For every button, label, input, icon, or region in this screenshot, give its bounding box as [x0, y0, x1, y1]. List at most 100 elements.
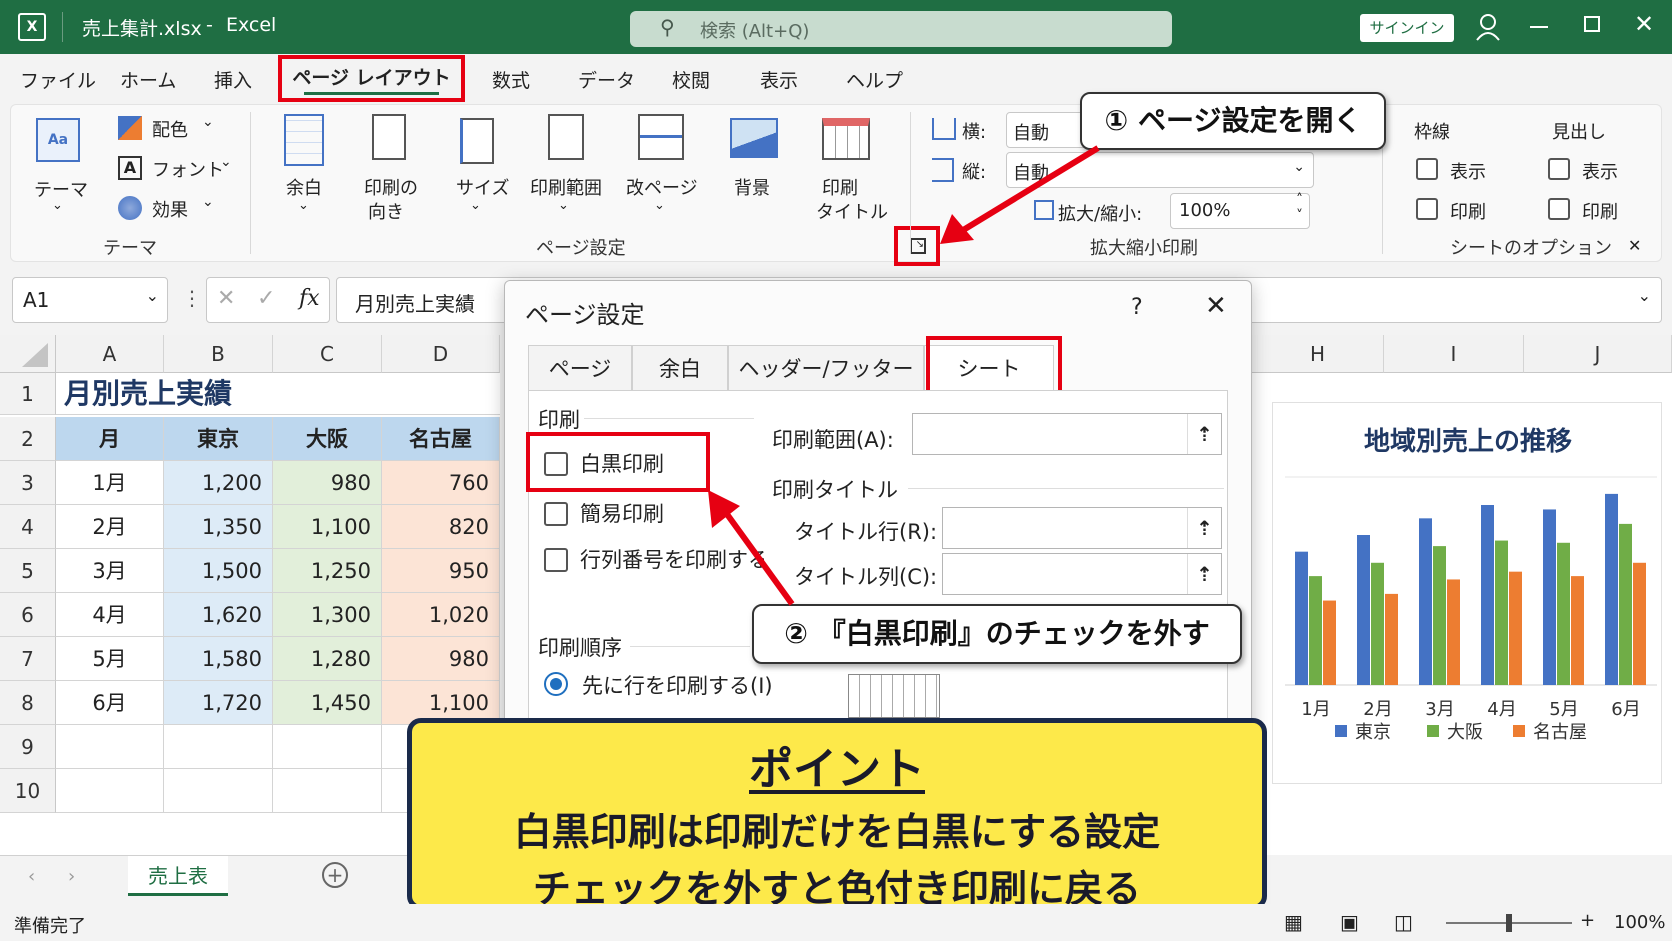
margins-button[interactable]: 余白: [286, 174, 322, 200]
black-white-checkbox[interactable]: [544, 452, 568, 476]
title-cols-input[interactable]: ⇡: [942, 553, 1222, 595]
add-sheet-icon[interactable]: +: [322, 862, 348, 888]
data-cell-month[interactable]: 5月: [56, 637, 164, 681]
row-col-headings-checkbox[interactable]: [544, 548, 568, 572]
column-header-a[interactable]: A: [56, 335, 164, 373]
tab-page[interactable]: ページ: [528, 345, 632, 391]
data-cell-osaka[interactable]: 1,250: [273, 549, 382, 593]
bar-名古屋-2月[interactable]: [1385, 593, 1398, 685]
tab-header-footer[interactable]: ヘッダー/フッター: [728, 345, 924, 391]
sheet-title-cell[interactable]: 月別売上実績: [56, 373, 500, 415]
menu-help[interactable]: ヘルプ: [846, 66, 903, 93]
gridlines-print-checkbox[interactable]: [1416, 198, 1438, 220]
row-header[interactable]: 1: [0, 373, 56, 415]
header-cell-tokyo[interactable]: 東京: [164, 417, 273, 461]
column-header-c[interactable]: C: [273, 335, 382, 373]
check-icon[interactable]: ✓: [257, 286, 275, 311]
column-header-i[interactable]: I: [1384, 335, 1524, 373]
print-area-button[interactable]: 印刷範囲: [530, 174, 602, 200]
headings-view-checkbox[interactable]: [1548, 158, 1570, 180]
row-header[interactable]: 2: [0, 417, 56, 461]
bar-東京-4月[interactable]: [1481, 505, 1494, 685]
close-icon[interactable]: ✕: [1205, 291, 1227, 321]
row-header[interactable]: 4: [0, 505, 56, 549]
column-header-h[interactable]: H: [1252, 335, 1384, 373]
chevron-down-icon[interactable]: ⌄: [1638, 286, 1651, 305]
page-layout-view-icon[interactable]: ▣: [1340, 910, 1359, 934]
bar-名古屋-1月[interactable]: [1323, 600, 1336, 685]
row-header[interactable]: 6: [0, 593, 56, 637]
breaks-button[interactable]: 改ページ: [626, 174, 698, 200]
empty-cell[interactable]: [164, 725, 273, 769]
data-cell-osaka[interactable]: 980: [273, 461, 382, 505]
name-box[interactable]: A1 ⌄: [12, 277, 168, 323]
search-input[interactable]: ⚲ 検索 (Alt+Q): [630, 11, 1172, 47]
collapse-dialog-icon[interactable]: ⇡: [1187, 554, 1221, 594]
menu-file[interactable]: ファイル: [20, 66, 96, 93]
fonts-button[interactable]: フォント: [152, 156, 224, 182]
tab-margins[interactable]: 余白: [632, 345, 728, 391]
data-cell-month[interactable]: 4月: [56, 593, 164, 637]
data-cell-month[interactable]: 3月: [56, 549, 164, 593]
print-area-input[interactable]: ⇡: [912, 413, 1222, 455]
bar-東京-1月[interactable]: [1295, 551, 1308, 685]
scroll-left-icon[interactable]: ‹: [28, 866, 35, 887]
scale-stepper[interactable]: 100% ˄ ˅: [1170, 192, 1310, 229]
bar-東京-5月[interactable]: [1543, 509, 1556, 685]
size-button[interactable]: サイズ: [456, 174, 509, 200]
header-cell-nagoya[interactable]: 名古屋: [382, 417, 500, 461]
data-cell-tokyo[interactable]: 1,620: [164, 593, 273, 637]
empty-cell[interactable]: [273, 769, 382, 813]
data-cell-tokyo[interactable]: 1,350: [164, 505, 273, 549]
bar-大阪-5月[interactable]: [1557, 542, 1570, 685]
bar-大阪-6月[interactable]: [1619, 523, 1632, 685]
bar-名古屋-3月[interactable]: [1447, 579, 1460, 685]
header-cell-month[interactable]: 月: [56, 417, 164, 461]
column-header-d[interactable]: D: [382, 335, 500, 373]
gridlines-view-checkbox[interactable]: [1416, 158, 1438, 180]
data-cell-osaka[interactable]: 1,280: [273, 637, 382, 681]
bar-名古屋-5月[interactable]: [1571, 576, 1584, 685]
fx-icon[interactable]: fx: [299, 286, 320, 311]
draft-checkbox[interactable]: [544, 502, 568, 526]
data-cell-osaka[interactable]: 1,300: [273, 593, 382, 637]
effects-button[interactable]: 効果: [152, 196, 188, 222]
data-cell-osaka[interactable]: 1,450: [273, 681, 382, 725]
empty-cell[interactable]: [56, 769, 164, 813]
header-cell-osaka[interactable]: 大阪: [273, 417, 382, 461]
orientation-button-line1[interactable]: 印刷の: [364, 174, 418, 200]
empty-cell[interactable]: [56, 725, 164, 769]
row-header[interactable]: 10: [0, 769, 56, 813]
headings-print-checkbox[interactable]: [1548, 198, 1570, 220]
column-header-j[interactable]: J: [1524, 335, 1672, 373]
row-header[interactable]: 5: [0, 549, 56, 593]
menu-formulas[interactable]: 数式: [492, 66, 530, 93]
scroll-right-icon[interactable]: ›: [68, 866, 75, 887]
dialog-launcher-icon[interactable]: ↘: [910, 238, 926, 254]
data-cell-month[interactable]: 2月: [56, 505, 164, 549]
empty-cell[interactable]: [164, 769, 273, 813]
row-header[interactable]: 7: [0, 637, 56, 681]
data-cell-tokyo[interactable]: 1,500: [164, 549, 273, 593]
bar-名古屋-4月[interactable]: [1509, 571, 1522, 685]
bar-大阪-2月[interactable]: [1371, 562, 1384, 685]
bar-東京-2月[interactable]: [1357, 535, 1370, 685]
stepper-up-icon[interactable]: ˄: [1296, 192, 1303, 208]
data-cell-nagoya[interactable]: 1,020: [382, 593, 500, 637]
signin-button[interactable]: サインイン: [1360, 14, 1454, 42]
close-icon[interactable]: ✕: [1634, 10, 1654, 38]
bar-名古屋-6月[interactable]: [1633, 562, 1646, 685]
minimize-icon[interactable]: [1530, 26, 1548, 28]
menu-page-layout[interactable]: ページ レイアウト: [278, 55, 465, 102]
sheet-tab-sales[interactable]: 売上表: [128, 856, 228, 896]
title-rows-input[interactable]: ⇡: [942, 507, 1222, 549]
zoom-slider-thumb[interactable]: [1506, 914, 1512, 932]
user-icon[interactable]: [1474, 12, 1502, 42]
orientation-button-line2[interactable]: 向き: [368, 198, 404, 224]
collapse-ribbon-icon[interactable]: ✕: [1628, 236, 1641, 255]
data-cell-nagoya[interactable]: 950: [382, 549, 500, 593]
data-cell-nagoya[interactable]: 760: [382, 461, 500, 505]
data-cell-tokyo[interactable]: 1,580: [164, 637, 273, 681]
data-cell-tokyo[interactable]: 1,720: [164, 681, 273, 725]
normal-view-icon[interactable]: ▦: [1284, 910, 1303, 934]
